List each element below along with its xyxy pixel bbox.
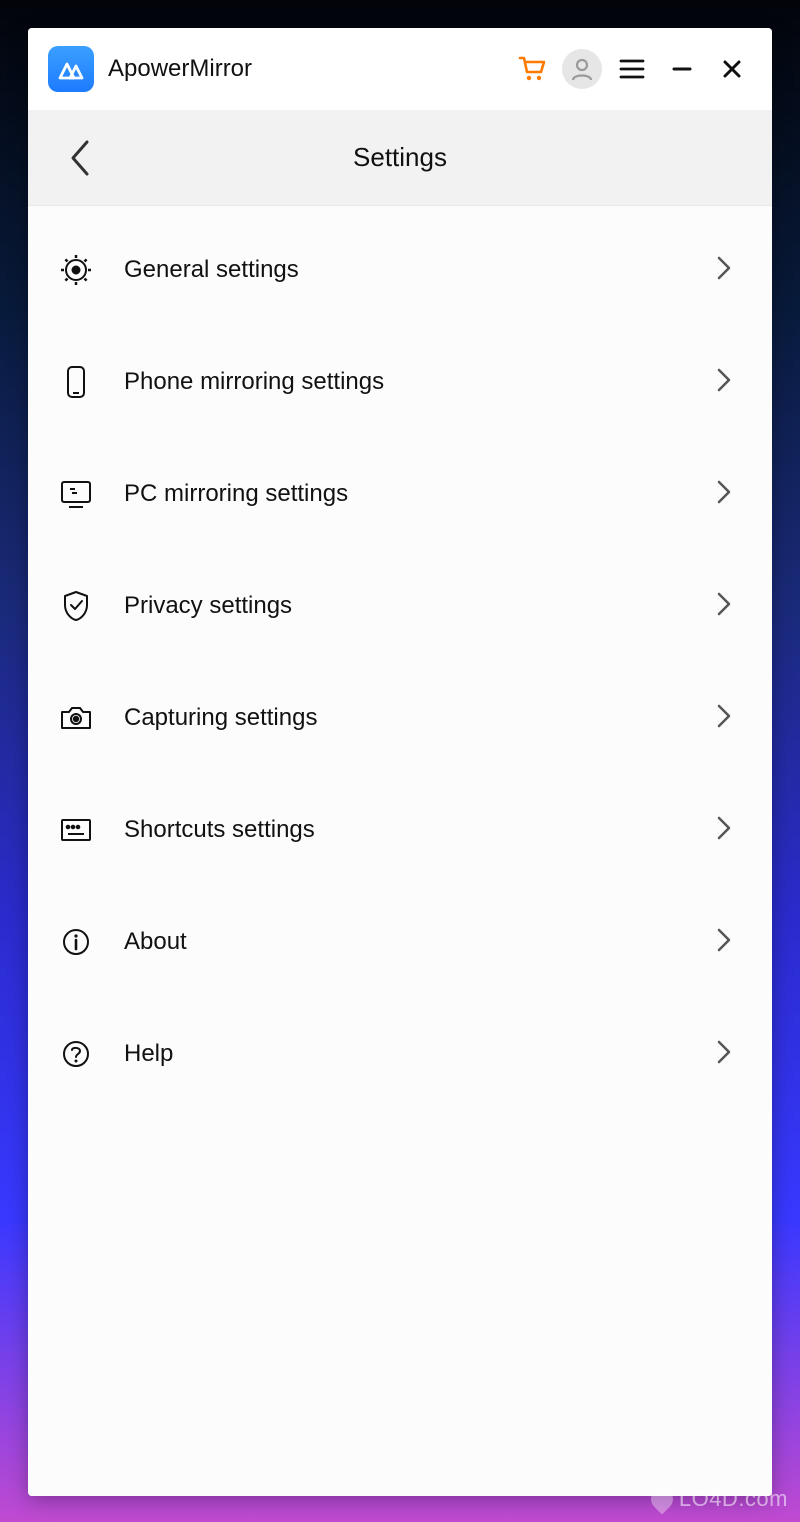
desktop-backdrop: ApowerMirror (0, 0, 800, 1522)
help-icon (58, 1036, 94, 1072)
hamburger-icon (619, 58, 645, 80)
minimize-icon (671, 58, 693, 80)
menu-item-privacy[interactable]: Privacy settings (28, 550, 772, 662)
drop-icon (646, 1483, 677, 1514)
app-logo (48, 46, 94, 92)
menu-item-label: Capturing settings (124, 704, 716, 732)
app-window: ApowerMirror (28, 28, 772, 1496)
menu-item-phone-mirroring[interactable]: Phone mirroring settings (28, 326, 772, 438)
chevron-right-icon (716, 254, 732, 287)
menu-item-shortcuts[interactable]: Shortcuts settings (28, 774, 772, 886)
info-icon (58, 924, 94, 960)
menu-item-general[interactable]: General settings (28, 214, 772, 326)
close-button[interactable] (710, 47, 754, 91)
user-icon (569, 56, 595, 82)
chevron-right-icon (716, 478, 732, 511)
watermark-text: LO4D.com (679, 1486, 788, 1512)
chevron-left-icon (67, 136, 93, 180)
titlebar: ApowerMirror (28, 28, 772, 110)
camera-icon (58, 700, 94, 736)
chevron-right-icon (716, 702, 732, 735)
menu-item-capturing[interactable]: Capturing settings (28, 662, 772, 774)
menu-item-label: Privacy settings (124, 592, 716, 620)
chevron-right-icon (716, 366, 732, 399)
user-avatar (562, 49, 602, 89)
menu-item-label: Shortcuts settings (124, 816, 716, 844)
page-header: Settings (28, 110, 772, 206)
app-title: ApowerMirror (108, 55, 252, 83)
menu-item-label: About (124, 928, 716, 956)
chevron-right-icon (716, 1038, 732, 1071)
settings-menu: General settings Phone mirroring setting… (28, 206, 772, 1496)
app-logo-icon (56, 58, 86, 80)
back-button[interactable] (56, 110, 104, 205)
menu-item-label: Phone mirroring settings (124, 368, 716, 396)
shield-icon (58, 588, 94, 624)
menu-item-pc-mirroring[interactable]: PC mirroring settings (28, 438, 772, 550)
watermark: LO4D.com (651, 1486, 788, 1512)
keyboard-icon (58, 812, 94, 848)
monitor-icon (58, 476, 94, 512)
chevron-right-icon (716, 926, 732, 959)
cart-button[interactable] (510, 47, 554, 91)
close-icon (721, 58, 743, 80)
menu-item-label: Help (124, 1040, 716, 1068)
chevron-right-icon (716, 814, 732, 847)
menu-item-label: General settings (124, 256, 716, 284)
page-title: Settings (28, 142, 772, 173)
cart-icon (515, 52, 549, 86)
menu-button[interactable] (610, 47, 654, 91)
account-button[interactable] (560, 47, 604, 91)
menu-item-about[interactable]: About (28, 886, 772, 998)
minimize-button[interactable] (660, 47, 704, 91)
phone-icon (58, 364, 94, 400)
menu-item-label: PC mirroring settings (124, 480, 716, 508)
gear-icon (58, 252, 94, 288)
chevron-right-icon (716, 590, 732, 623)
menu-item-help[interactable]: Help (28, 998, 772, 1110)
